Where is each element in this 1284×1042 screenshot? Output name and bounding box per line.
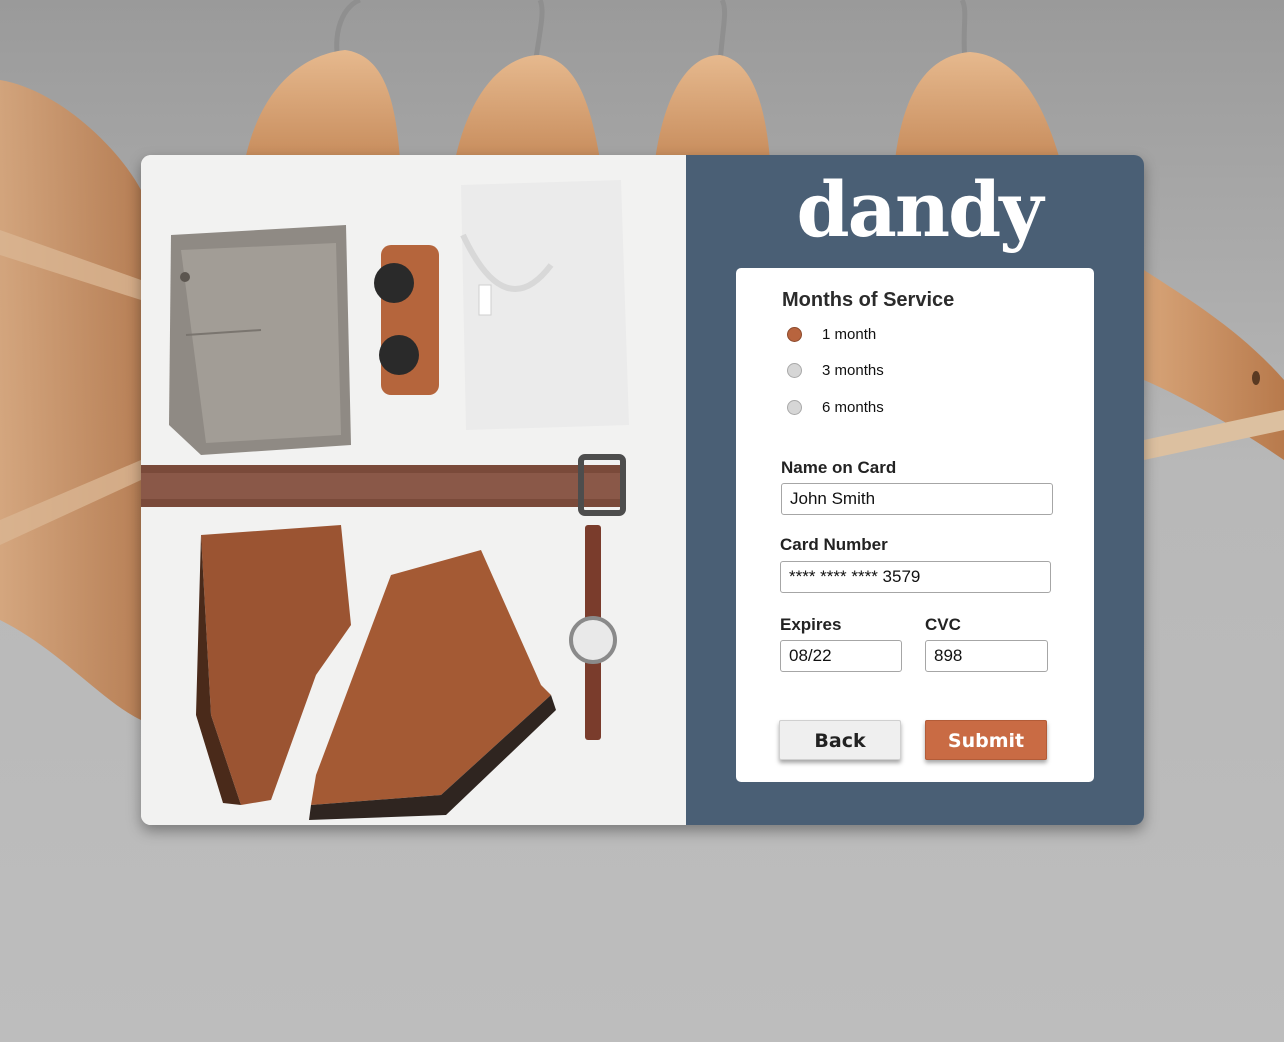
expires-label: Expires	[780, 615, 842, 634]
card-number-label: Card Number	[780, 535, 888, 554]
plan-option-3-months[interactable]: 3 months	[787, 359, 884, 381]
brand-logo: dandy	[796, 165, 1044, 254]
plan-option-6-months[interactable]: 6 months	[787, 396, 884, 418]
name-on-card-label: Name on Card	[781, 458, 897, 477]
name-on-card-input[interactable]	[781, 483, 1053, 515]
card-number-input[interactable]	[780, 561, 1051, 593]
checkout-panel: dandy Months of Service 1 month 3 months…	[686, 155, 1144, 825]
cvc-input[interactable]	[925, 640, 1048, 672]
submit-button[interactable]: Submit	[925, 720, 1047, 760]
plan-label: 1 month	[822, 325, 877, 343]
cvc-label: CVC	[925, 615, 961, 634]
plan-option-1-month[interactable]: 1 month	[787, 323, 876, 345]
radio-button[interactable]	[787, 362, 802, 378]
payment-form: Months of Service 1 month 3 months 6 mon…	[736, 268, 1094, 782]
back-button[interactable]: Back	[779, 720, 901, 760]
radio-button-selected[interactable]	[787, 326, 802, 342]
plan-label: 3 months	[822, 361, 884, 379]
months-of-service-title: Months of Service	[782, 289, 955, 311]
product-flatlay-image	[141, 155, 686, 825]
expires-input[interactable]	[780, 640, 902, 672]
checkout-card: dandy Months of Service 1 month 3 months…	[141, 155, 1144, 825]
plan-label: 6 months	[822, 398, 884, 416]
radio-button[interactable]	[787, 399, 802, 415]
